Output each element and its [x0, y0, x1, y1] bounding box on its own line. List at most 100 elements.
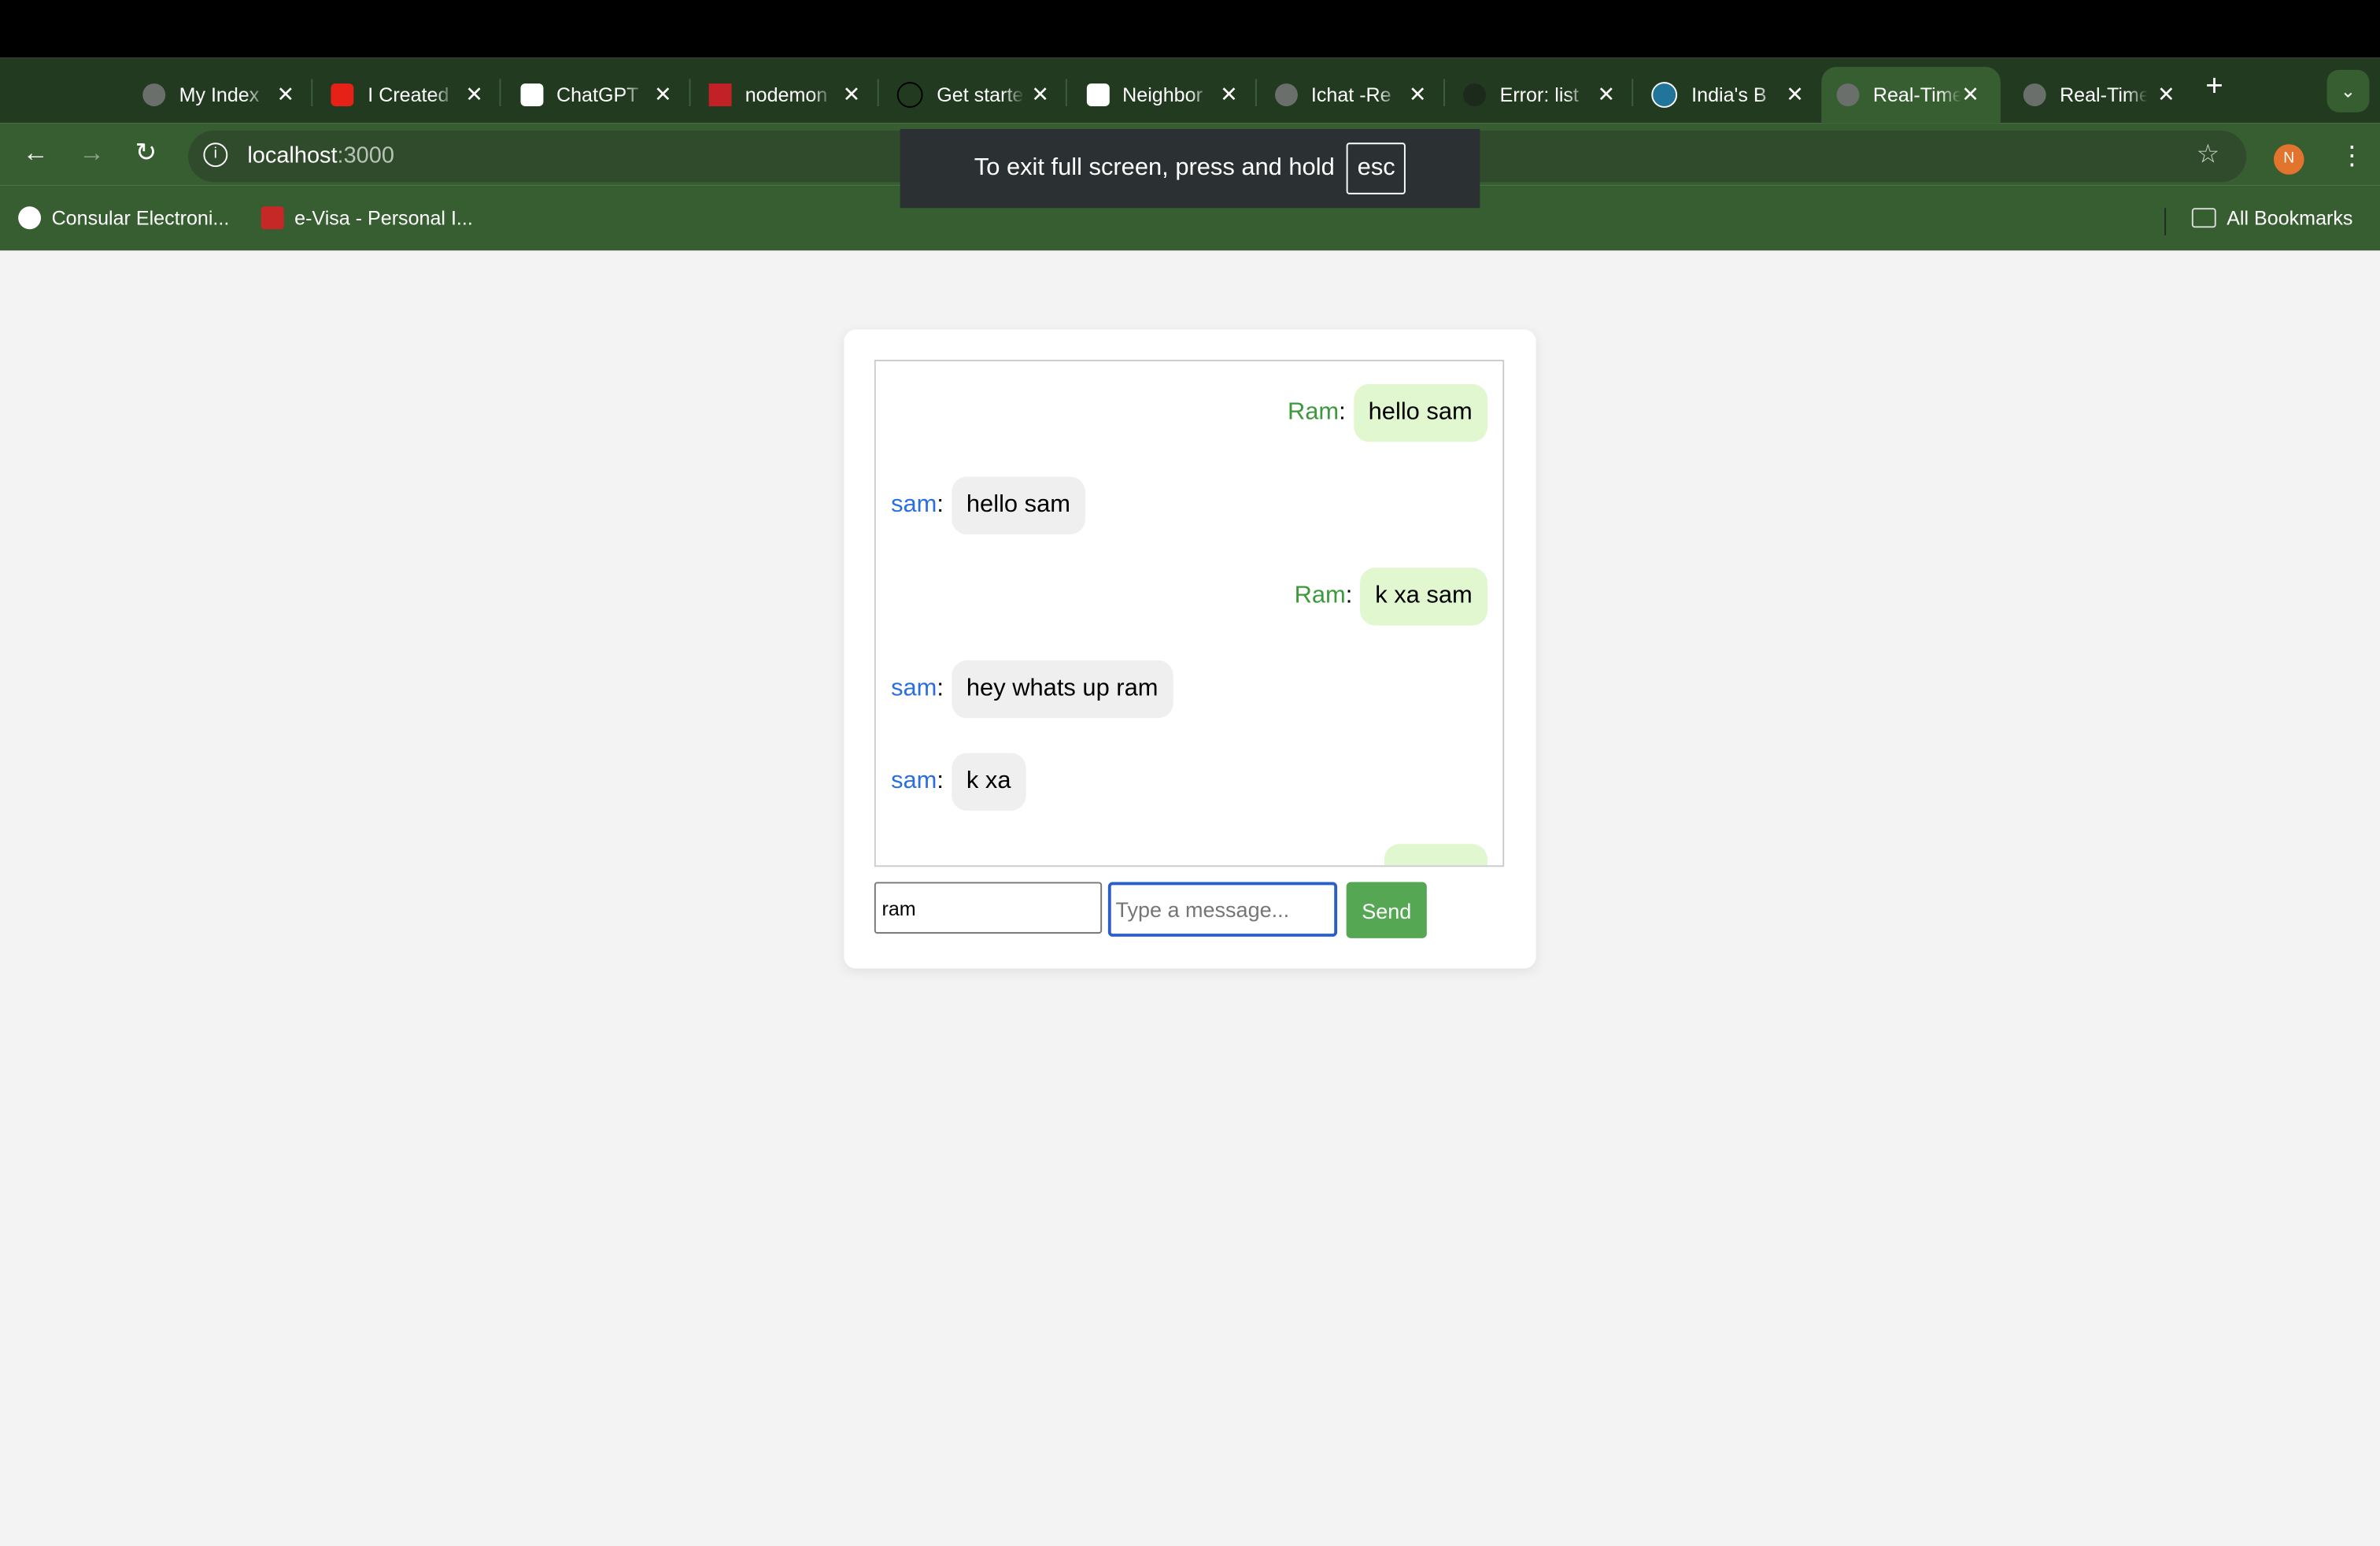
- tab-label: Real-Time: [2060, 83, 2148, 106]
- tab-separator: [688, 79, 690, 106]
- url-port: :3000: [337, 142, 394, 169]
- tab-label: India's B: [1691, 83, 1767, 106]
- chatgpt-icon: [519, 83, 543, 106]
- chat-message: Ram: k xa sam: [1294, 568, 1488, 627]
- sender-name: Ram:: [1287, 399, 1346, 425]
- url-host: localhost: [247, 142, 338, 169]
- new-tab-button[interactable]: +: [2205, 70, 2223, 105]
- sender-name: Ram:: [1294, 583, 1353, 610]
- tab-3[interactable]: nodemon ✕: [693, 67, 881, 123]
- youtube-icon: [331, 83, 354, 106]
- name-input[interactable]: [874, 882, 1103, 934]
- github-icon: [1463, 83, 1487, 106]
- chevron-down-icon: ⌄: [2340, 80, 2356, 102]
- close-tab-icon[interactable]: ✕: [2157, 82, 2175, 108]
- tab-strip: My Index ✕ I Created ✕ ChatGPT ✕ nodemon ✕ Get s…: [0, 57, 2380, 124]
- tab-5[interactable]: Neighbor ✕: [1071, 67, 1259, 123]
- fullscreen-notice: To exit full screen, press and hold esc: [900, 128, 1480, 209]
- tab-6[interactable]: Ichat -Re ✕: [1259, 67, 1447, 123]
- message-bubble: hey whats up ram: [951, 660, 1173, 719]
- tab-search-button[interactable]: ⌄: [2326, 69, 2370, 113]
- npm-icon: [708, 83, 732, 106]
- message-bubble: hello sam: [1353, 383, 1488, 442]
- tab-label: Neighbor: [1122, 83, 1203, 106]
- tab-label: Get started: [937, 83, 1026, 106]
- bookmark-consular[interactable]: Consular Electroni...: [18, 206, 230, 230]
- sender-name: sam:: [891, 767, 944, 794]
- tab-separator: [1632, 79, 1634, 106]
- folder-icon: [2191, 208, 2216, 228]
- wordpress-icon: [1652, 82, 1678, 108]
- tab-2[interactable]: ChatGPT ✕: [504, 67, 693, 123]
- tab-separator: [1443, 79, 1445, 106]
- divider: [2164, 208, 2167, 235]
- globe-icon: [142, 83, 166, 106]
- close-tab-icon[interactable]: ✕: [277, 82, 295, 108]
- tab-7[interactable]: Error: list ✕: [1448, 67, 1636, 123]
- tab-1[interactable]: I Created ✕: [316, 67, 504, 123]
- globe-icon: [1274, 83, 1298, 106]
- chat-card: Ram: hello sam sam: hello sam Ram: k xa sam sa…: [844, 329, 1536, 969]
- sender-name: sam:: [891, 491, 944, 518]
- bookmark-label: e-Visa - Personal I...: [294, 206, 473, 230]
- tab-label: My Index: [179, 83, 260, 106]
- tab-separator: [500, 79, 502, 106]
- url-text[interactable]: localhost:3000: [247, 142, 394, 168]
- close-tab-icon[interactable]: ✕: [843, 82, 861, 108]
- close-tab-icon[interactable]: ✕: [465, 82, 483, 108]
- tab-label: nodemon: [745, 83, 828, 106]
- message-bubble: k xa sam: [1359, 568, 1488, 627]
- message-bubble: hello sam: [951, 475, 1086, 534]
- chat-message: sam: k xa: [891, 753, 1026, 811]
- chat-message: Ram: hello sam: [1287, 383, 1488, 442]
- close-tab-icon[interactable]: ✕: [654, 82, 672, 108]
- tab-9[interactable]: Real-Time ✕: [1821, 66, 2001, 124]
- fullscreen-notice-text: To exit full screen, press and hold: [974, 154, 1335, 181]
- message-bubble: k xa: [951, 753, 1026, 811]
- all-bookmarks-label: All Bookmarks: [2227, 206, 2353, 230]
- close-tab-icon[interactable]: ✕: [1961, 82, 1979, 108]
- esc-key: esc: [1347, 142, 1406, 194]
- fullscreen-top-bar: [0, 0, 2380, 58]
- back-button[interactable]: ←: [23, 138, 49, 168]
- partial-message-bubble: [1384, 844, 1488, 866]
- close-tab-icon[interactable]: ✕: [1031, 82, 1049, 108]
- bookmark-star-icon[interactable]: ☆: [2197, 139, 2219, 170]
- tab-0[interactable]: My Index ✕: [128, 67, 316, 123]
- globe-icon: [2023, 83, 2046, 106]
- tab-label: Real-Time: [1872, 83, 1961, 106]
- close-tab-icon[interactable]: ✕: [1598, 82, 1616, 108]
- bookmark-evisa[interactable]: e-Visa - Personal I...: [261, 206, 473, 230]
- tab-label: Error: list: [1499, 83, 1579, 106]
- forward-button[interactable]: →: [79, 138, 105, 168]
- chat-message: sam: hey whats up ram: [891, 660, 1173, 719]
- chatgpt-icon: [1085, 83, 1109, 106]
- tab-separator: [311, 79, 313, 106]
- chat-messages[interactable]: Ram: hello sam sam: hello sam Ram: k xa sam sa…: [874, 360, 1505, 867]
- bolt-icon: [897, 82, 923, 108]
- tab-4[interactable]: Get started ✕: [882, 67, 1070, 123]
- tab-8[interactable]: India's B ✕: [1637, 67, 1825, 123]
- tab-label: Ichat -Re: [1310, 83, 1391, 106]
- sender-name: sam:: [891, 675, 944, 702]
- close-tab-icon[interactable]: ✕: [1786, 82, 1804, 108]
- tab-10[interactable]: Real-Time ✕: [2008, 67, 2196, 123]
- close-tab-icon[interactable]: ✕: [1220, 82, 1238, 108]
- reload-button[interactable]: ↻: [135, 138, 157, 168]
- tab-label: I Created: [368, 83, 449, 106]
- message-input[interactable]: [1107, 882, 1338, 937]
- tab-separator: [877, 79, 879, 106]
- evisa-icon: [261, 206, 284, 230]
- send-button[interactable]: Send: [1346, 882, 1427, 938]
- close-tab-icon[interactable]: ✕: [1409, 82, 1427, 108]
- profile-avatar[interactable]: N: [2273, 144, 2304, 175]
- globe-icon: [1836, 83, 1860, 106]
- all-bookmarks-button[interactable]: All Bookmarks: [2191, 206, 2353, 230]
- site-info-icon[interactable]: i: [203, 142, 228, 168]
- browser-menu-icon[interactable]: ⋮: [2339, 141, 2365, 172]
- chat-message: sam: hello sam: [891, 475, 1086, 534]
- tab-separator: [1066, 79, 1068, 106]
- bookmark-label: Consular Electroni...: [51, 206, 230, 230]
- seal-icon: [18, 206, 42, 230]
- tab-separator: [1254, 79, 1256, 106]
